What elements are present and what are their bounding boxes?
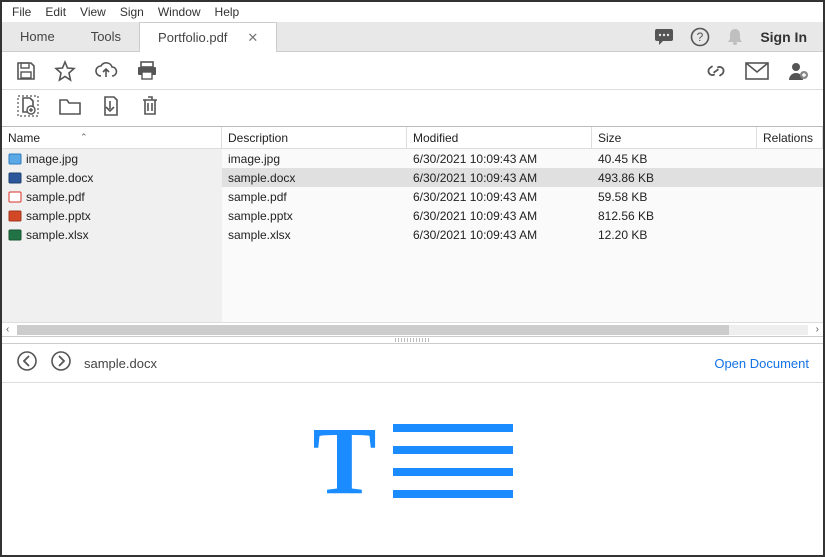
help-icon[interactable]: ? xyxy=(690,27,710,47)
file-modified: 6/30/2021 10:09:43 AM xyxy=(407,149,592,168)
file-description: sample.docx xyxy=(222,168,407,187)
preview-area: T xyxy=(2,382,823,555)
scroll-left-icon[interactable]: ‹ xyxy=(2,324,13,335)
file-type-icon xyxy=(8,153,22,165)
nav-forward-icon[interactable] xyxy=(50,350,72,377)
col-header-description[interactable]: Description xyxy=(222,127,407,148)
save-icon[interactable] xyxy=(16,61,36,81)
file-size: 812.56 KB xyxy=(592,206,757,225)
extract-icon[interactable] xyxy=(100,95,122,122)
open-document-link[interactable]: Open Document xyxy=(714,356,809,371)
file-description: image.jpg xyxy=(222,149,407,168)
table-row[interactable]: sample.pdfsample.pdf6/30/2021 10:09:43 A… xyxy=(2,187,823,206)
file-name: sample.pptx xyxy=(26,209,91,223)
close-tab-icon[interactable]: ✕ xyxy=(247,30,258,46)
trash-icon[interactable] xyxy=(140,95,160,122)
add-user-icon[interactable] xyxy=(787,61,809,81)
col-header-name[interactable]: Name⌃ xyxy=(2,127,222,148)
menu-file[interactable]: File xyxy=(12,5,31,19)
add-file-icon[interactable] xyxy=(16,94,40,123)
menu-edit[interactable]: Edit xyxy=(45,5,66,19)
preview-bar: sample.docx Open Document xyxy=(2,344,823,382)
preview-title: sample.docx xyxy=(84,356,157,371)
comment-icon[interactable] xyxy=(654,28,674,46)
file-name: sample.xlsx xyxy=(26,228,89,242)
file-modified: 6/30/2021 10:09:43 AM xyxy=(407,225,592,244)
file-type-icon xyxy=(8,191,22,203)
svg-text:?: ? xyxy=(697,30,704,44)
file-name: sample.pdf xyxy=(26,190,85,204)
file-description: sample.pdf xyxy=(222,187,407,206)
file-type-icon xyxy=(8,210,22,222)
tab-home[interactable]: Home xyxy=(2,22,73,51)
table-row[interactable]: image.jpgimage.jpg6/30/2021 10:09:43 AM4… xyxy=(2,149,823,168)
mail-icon[interactable] xyxy=(745,62,769,80)
menu-bar: File Edit View Sign Window Help xyxy=(2,2,823,22)
file-modified: 6/30/2021 10:09:43 AM xyxy=(407,206,592,225)
folder-icon[interactable] xyxy=(58,96,82,121)
col-header-modified[interactable]: Modified xyxy=(407,127,592,148)
nav-back-icon[interactable] xyxy=(16,350,38,377)
star-icon[interactable] xyxy=(54,60,76,82)
menu-sign[interactable]: Sign xyxy=(120,5,144,19)
print-icon[interactable] xyxy=(136,61,158,81)
file-name: sample.docx xyxy=(26,171,93,185)
file-description: sample.pptx xyxy=(222,206,407,225)
pane-splitter[interactable] xyxy=(2,336,823,344)
file-description: sample.xlsx xyxy=(222,225,407,244)
file-modified: 6/30/2021 10:09:43 AM xyxy=(407,168,592,187)
tab-document-label: Portfolio.pdf xyxy=(158,30,227,45)
main-toolbar xyxy=(2,52,823,90)
file-grid: Name⌃ Description Modified Size Relation… xyxy=(2,126,823,336)
table-row[interactable]: sample.pptxsample.pptx6/30/2021 10:09:43… xyxy=(2,206,823,225)
file-size: 40.45 KB xyxy=(592,149,757,168)
file-type-icon xyxy=(8,172,22,184)
table-row[interactable]: sample.xlsxsample.xlsx6/30/2021 10:09:43… xyxy=(2,225,823,244)
document-thumbnail-icon: T xyxy=(312,423,512,500)
tab-document[interactable]: Portfolio.pdf ✕ xyxy=(139,22,277,52)
menu-window[interactable]: Window xyxy=(158,5,201,19)
sign-in-link[interactable]: Sign In xyxy=(760,29,807,45)
tab-tools[interactable]: Tools xyxy=(73,22,139,51)
link-icon[interactable] xyxy=(705,61,727,81)
file-type-icon xyxy=(8,229,22,241)
table-row[interactable]: sample.docxsample.docx6/30/2021 10:09:43… xyxy=(2,168,823,187)
file-name: image.jpg xyxy=(26,152,78,166)
col-header-relations[interactable]: Relations xyxy=(757,127,823,148)
tab-bar: Home Tools Portfolio.pdf ✕ ? Sign In xyxy=(2,22,823,52)
col-header-size[interactable]: Size xyxy=(592,127,757,148)
menu-view[interactable]: View xyxy=(80,5,106,19)
bell-icon[interactable] xyxy=(726,27,744,47)
menu-help[interactable]: Help xyxy=(215,5,240,19)
cloud-upload-icon[interactable] xyxy=(94,61,118,81)
portfolio-toolbar xyxy=(2,90,823,126)
file-size: 12.20 KB xyxy=(592,225,757,244)
scroll-right-icon[interactable]: › xyxy=(812,324,823,335)
grid-header: Name⌃ Description Modified Size Relation… xyxy=(2,127,823,149)
file-modified: 6/30/2021 10:09:43 AM xyxy=(407,187,592,206)
sort-indicator-icon: ⌃ xyxy=(80,132,88,143)
scrollbar-thumb[interactable] xyxy=(17,325,728,335)
file-size: 493.86 KB xyxy=(592,168,757,187)
horizontal-scrollbar[interactable]: ‹ › xyxy=(2,322,823,336)
file-size: 59.58 KB xyxy=(592,187,757,206)
